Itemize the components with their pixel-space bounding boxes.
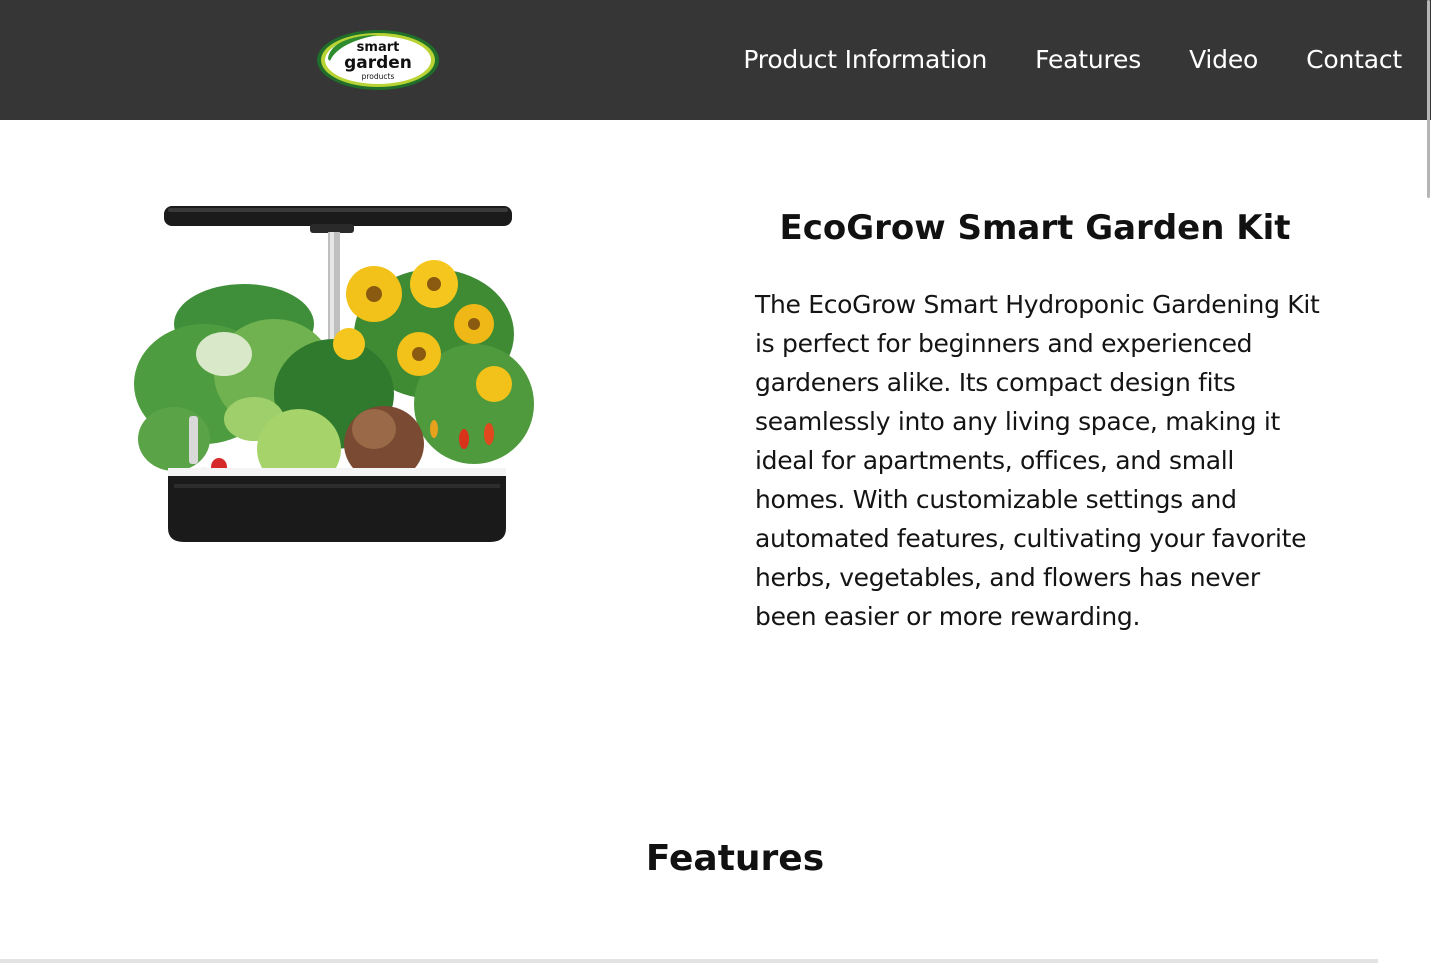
main-nav: Product Information Features Video Conta… bbox=[743, 43, 1402, 77]
nav-features[interactable]: Features bbox=[1035, 43, 1141, 77]
features-heading: Features bbox=[645, 838, 825, 879]
product-image bbox=[134, 184, 538, 548]
product-description: The EcoGrow Smart Hydroponic Gardening K… bbox=[755, 290, 1320, 631]
logo-badge: smart garden products bbox=[317, 30, 439, 90]
site-logo[interactable]: smart garden products bbox=[316, 29, 440, 91]
nav-product-information[interactable]: Product Information bbox=[743, 43, 987, 77]
product-title: EcoGrow Smart Garden Kit bbox=[779, 208, 1291, 248]
nav-video[interactable]: Video bbox=[1189, 43, 1258, 77]
section-divider bbox=[0, 959, 1378, 963]
logo-text-products: products bbox=[362, 72, 395, 81]
scrollbar-thumb[interactable] bbox=[1427, 0, 1430, 198]
page-scrollbar[interactable] bbox=[1423, 0, 1431, 964]
logo-text-garden: garden bbox=[344, 53, 412, 73]
nav-contact[interactable]: Contact bbox=[1306, 43, 1402, 77]
site-header: smart garden products Product Informatio… bbox=[0, 0, 1431, 120]
